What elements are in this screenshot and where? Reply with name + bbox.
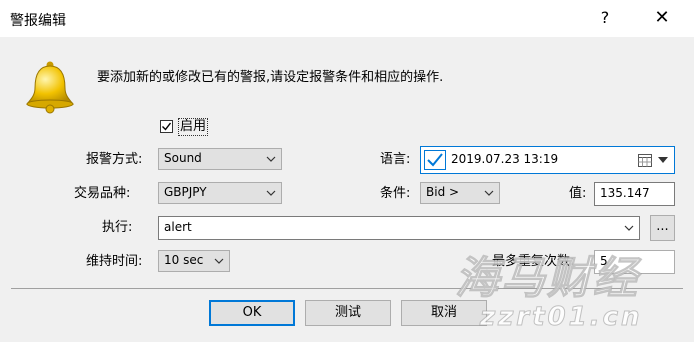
- chevron-down-icon: [266, 156, 276, 162]
- datetime-picker[interactable]: 2019.07.23 13:19: [420, 146, 675, 174]
- action-combobox[interactable]: alert: [158, 216, 640, 240]
- chevron-down-icon: [484, 190, 494, 196]
- price-input[interactable]: 135.147: [594, 182, 675, 206]
- watermark-logo: 海马财经: [455, 253, 639, 305]
- alert-type-value: Sound: [164, 151, 202, 165]
- action-value: alert: [164, 220, 192, 234]
- chevron-down-icon[interactable]: [623, 221, 635, 235]
- check-icon: [162, 122, 172, 131]
- price-label: 值:: [569, 186, 587, 201]
- language-label: 语言:: [380, 152, 411, 167]
- condition-label: 条件:: [380, 186, 411, 201]
- symbol-value: GBPJPY: [164, 185, 207, 199]
- condition-value: Bid >: [426, 185, 460, 199]
- title-bar: 警报编辑 ? ✕: [0, 0, 694, 37]
- symbol-label: 交易品种:: [74, 186, 131, 201]
- price-value: 135.147: [600, 186, 650, 200]
- help-button[interactable]: ?: [588, 4, 622, 32]
- enabled-label[interactable]: 启用: [178, 118, 209, 136]
- action-label: 执行:: [102, 220, 133, 235]
- symbol-select[interactable]: GBPJPY: [158, 182, 282, 204]
- datetime-value: 2019.07.23 13:19: [451, 152, 559, 166]
- info-text: 要添加新的或修改已有的警报,请设定报警条件和相应的操作.: [97, 70, 444, 85]
- bell-icon: [25, 61, 75, 114]
- ok-button[interactable]: OK: [209, 300, 295, 326]
- window-title: 警报编辑: [10, 13, 66, 29]
- alert-type-label: 报警方式:: [86, 152, 143, 167]
- duration-value: 10 sec: [164, 253, 204, 267]
- chevron-down-icon: [266, 190, 276, 196]
- close-button[interactable]: ✕: [640, 4, 684, 32]
- dropdown-arrow-icon[interactable]: [657, 155, 669, 165]
- browse-button[interactable]: ...: [650, 215, 675, 241]
- datetime-checkbox[interactable]: [424, 150, 446, 170]
- watermark-url: zzrt01.cn: [480, 302, 643, 333]
- test-button[interactable]: 测试: [305, 300, 391, 326]
- calendar-icon[interactable]: [638, 153, 652, 167]
- alert-type-select[interactable]: Sound: [158, 148, 282, 170]
- condition-select[interactable]: Bid >: [420, 182, 500, 204]
- duration-select[interactable]: 10 sec: [158, 250, 230, 272]
- enabled-checkbox[interactable]: [160, 120, 173, 133]
- check-icon: [427, 153, 443, 167]
- chevron-down-icon: [214, 258, 224, 264]
- duration-label: 维持时间:: [86, 254, 143, 269]
